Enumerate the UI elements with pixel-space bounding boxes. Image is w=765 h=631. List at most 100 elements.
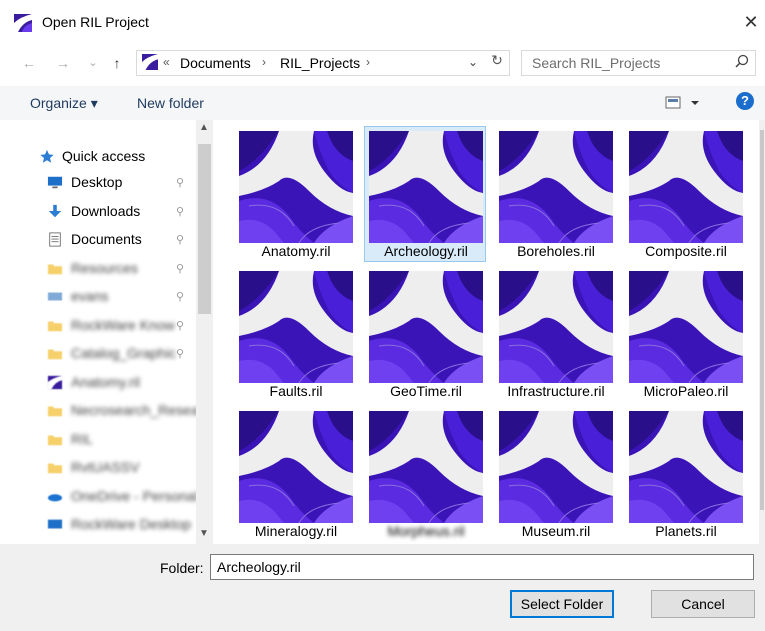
recent-locations-button[interactable]: ⌄	[82, 52, 104, 74]
ril-thumbnail-image	[369, 411, 483, 523]
pin-icon[interactable]: ⚲	[176, 233, 184, 246]
sidebar-item-rockware-know[interactable]: RockWare Know ⚲	[0, 313, 196, 339]
organize-menu[interactable]: Organize ▾	[30, 95, 98, 112]
scroll-down-arrow[interactable]: ▼	[199, 528, 209, 539]
sidebar-item-label: RIL	[71, 430, 93, 447]
location-app-icon	[142, 54, 158, 70]
ril-thumbnail-image	[629, 131, 743, 243]
new-folder-button[interactable]: New folder	[137, 95, 204, 111]
sidebar-item-anatomy-ril[interactable]: Anatomy.ril	[0, 370, 196, 396]
sidebar-item-label: RockWare Know	[71, 316, 175, 333]
document-icon	[49, 232, 61, 247]
help-button[interactable]: ?	[736, 92, 754, 110]
file-name: Boreholes.ril	[517, 243, 595, 259]
file-tile[interactable]: Boreholes.ril	[494, 126, 616, 262]
sidebar-item-label: Desktop	[71, 174, 123, 190]
breadcrumb-separator[interactable]: ›	[366, 55, 370, 69]
sidebar-item-necrosearch-resea[interactable]: Necrosearch_Resea	[0, 398, 199, 424]
pin-icon[interactable]: ⚲	[176, 347, 184, 360]
sidebar-item-rvtuassv[interactable]: RvtUASSV	[0, 455, 196, 481]
sidebar-item-label: Catalog_Graphic	[71, 345, 177, 361]
folder-icon	[47, 264, 63, 274]
sidebar-item-documents[interactable]: Documents ⚲	[0, 227, 196, 253]
file-name: Archeology.ril	[384, 243, 468, 259]
sidebar-item-label: Necrosearch_Resea	[71, 402, 199, 418]
file-tile[interactable]: Morpheus.ril	[364, 406, 486, 542]
ril-file-icon	[47, 375, 63, 389]
sidebar-item-label: Documents	[71, 231, 142, 247]
download-arrow-icon	[48, 204, 62, 217]
sidebar-item-label: Resources	[71, 259, 138, 276]
sidebar-item-label: Anatomy.ril	[71, 373, 140, 390]
cancel-button[interactable]: Cancel	[651, 590, 755, 618]
search-icon[interactable]	[733, 53, 751, 71]
file-tile[interactable]: Infrastructure.ril	[494, 266, 616, 402]
pin-icon[interactable]: ⚲	[176, 319, 184, 332]
file-tile[interactable]: Museum.ril	[494, 406, 616, 542]
address-dropdown[interactable]: ⌄	[468, 55, 478, 69]
file-tile[interactable]: Archeology.ril	[364, 126, 486, 262]
sidebar-item-ril[interactable]: RIL	[0, 427, 196, 453]
ril-thumbnail-image	[239, 411, 353, 523]
file-view-scroll-thumb[interactable]	[760, 130, 764, 510]
sidebar-item-rockware-desktop[interactable]: RockWare Desktop	[0, 512, 196, 538]
folder-icon	[47, 463, 63, 474]
forward-button[interactable]: →	[52, 52, 74, 74]
select-folder-button[interactable]: Select Folder	[510, 590, 614, 618]
file-tile[interactable]: GeoTime.ril	[364, 266, 486, 402]
close-button[interactable]: ✕	[740, 10, 762, 34]
ril-thumbnail-image	[239, 131, 353, 243]
file-name: MicroPaleo.ril	[643, 383, 729, 399]
ril-thumbnail-image	[499, 131, 613, 243]
sidebar-item-resources[interactable]: Resources ⚲	[0, 256, 196, 282]
file-name: Infrastructure.ril	[507, 383, 605, 399]
sidebar-item-onedrive-personal[interactable]: OneDrive - Personal	[0, 484, 198, 510]
sidebar-item-catalog-graphic[interactable]: Catalog_Graphic ⚲	[0, 341, 196, 367]
navigation-pane: Quick access Desktop ⚲ Downloads ⚲ Documents…	[0, 120, 214, 544]
ril-thumbnail-image	[499, 271, 613, 383]
ril-thumbnail-image	[629, 271, 743, 383]
file-tile[interactable]: Mineralogy.ril	[234, 406, 356, 542]
sidebar-item-downloads[interactable]: Downloads ⚲	[0, 199, 196, 225]
sidebar-item-label: OneDrive - Personal	[71, 487, 198, 504]
folder-icon	[47, 406, 63, 417]
pin-icon[interactable]: ⚲	[176, 290, 184, 303]
ril-thumbnail-image	[499, 411, 613, 523]
refresh-button[interactable]: ↻	[487, 52, 507, 72]
file-name: Morpheus.ril	[387, 523, 465, 539]
command-bar	[0, 86, 765, 120]
breadcrumb-separator[interactable]: ›	[262, 55, 266, 69]
file-tile[interactable]: Faults.ril	[234, 266, 356, 402]
pin-icon[interactable]: ⚲	[176, 176, 184, 189]
pin-icon[interactable]: ⚲	[176, 205, 184, 218]
sidebar-item-desktop[interactable]: Desktop ⚲	[0, 170, 196, 196]
sidebar-item-label: Downloads	[71, 202, 141, 219]
file-name: Anatomy.ril	[261, 243, 331, 259]
up-button[interactable]: ↑	[106, 52, 128, 74]
file-tile[interactable]: MicroPaleo.ril	[624, 266, 746, 402]
desktop-icon	[47, 176, 63, 189]
sidebar-scroll-thumb[interactable]	[198, 144, 211, 314]
pin-icon[interactable]: ⚲	[176, 262, 184, 275]
scroll-up-arrow[interactable]: ▲	[199, 122, 209, 133]
sidebar-item-evans[interactable]: evans ⚲	[0, 284, 196, 310]
sidebar-item-label: evans	[71, 288, 109, 304]
folder-icon	[47, 321, 63, 331]
file-name: Composite.ril	[645, 243, 727, 259]
file-tile[interactable]: Composite.ril	[624, 126, 746, 262]
app-logo-icon	[14, 14, 32, 32]
sidebar-item-label: RvtUASSV	[71, 459, 140, 475]
file-tile[interactable]: Anatomy.ril	[234, 126, 356, 262]
file-tile[interactable]: Planets.ril	[624, 406, 746, 542]
address-overflow[interactable]: «	[163, 55, 170, 69]
folder-icon	[47, 435, 63, 445]
folder-name-field[interactable]	[210, 554, 754, 580]
cloud-icon	[47, 493, 63, 501]
back-button[interactable]: ←	[18, 52, 40, 74]
file-name: Planets.ril	[655, 523, 717, 539]
change-view-icon[interactable]	[665, 95, 701, 111]
breadcrumb-ril-projects[interactable]: RIL_Projects	[280, 55, 360, 71]
breadcrumb-documents[interactable]: Documents	[180, 55, 251, 71]
sidebar-item-quick-access[interactable]: Quick access	[0, 144, 196, 170]
search-placeholder: Search RIL_Projects	[532, 55, 661, 71]
